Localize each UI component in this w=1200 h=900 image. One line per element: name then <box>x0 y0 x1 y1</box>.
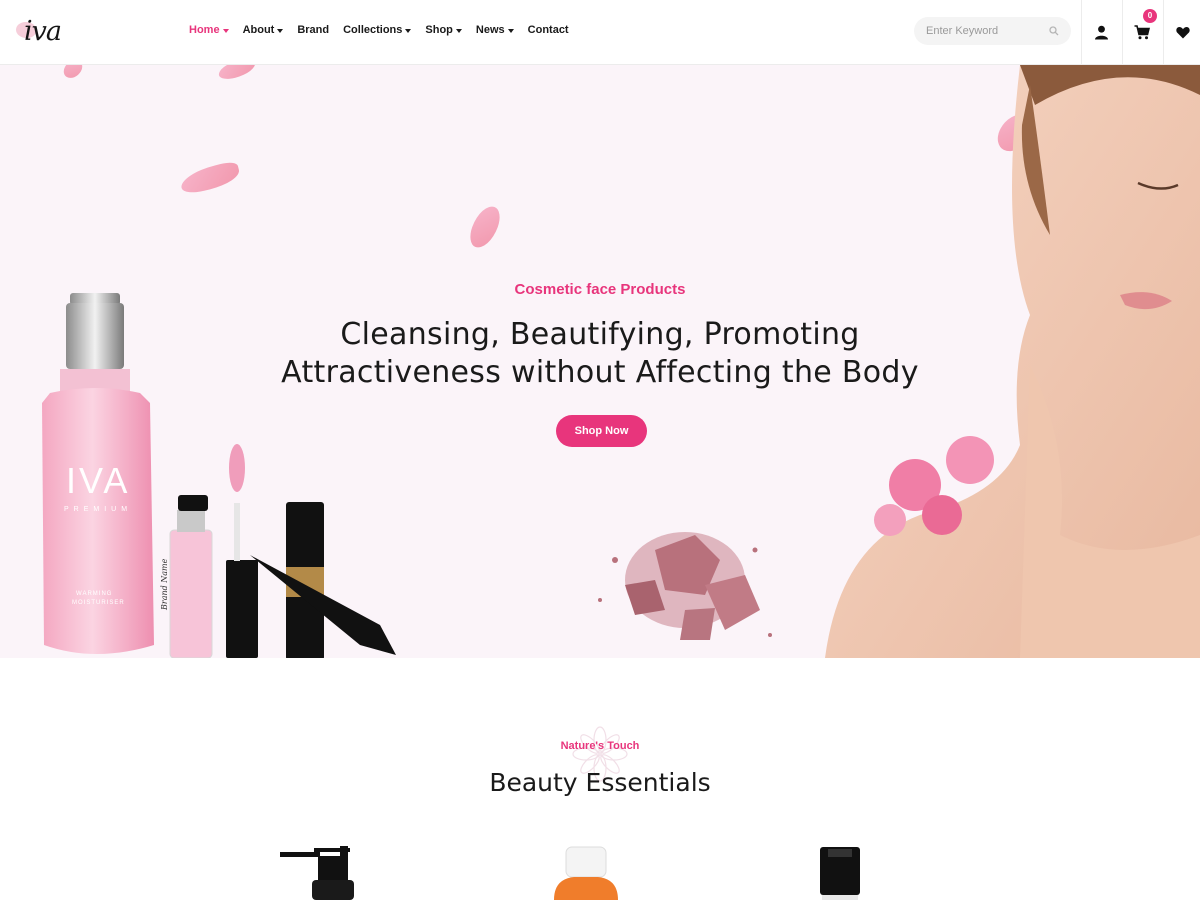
chevron-down-icon <box>222 28 229 33</box>
chevron-down-icon <box>455 28 462 33</box>
nav-item-shop[interactable]: Shop <box>425 24 462 36</box>
nav-label: Home <box>189 24 220 36</box>
header-divider <box>1163 0 1164 64</box>
heart-icon[interactable] <box>1173 22 1193 42</box>
nav-label: Brand <box>297 24 330 36</box>
cart-icon[interactable] <box>1132 22 1152 42</box>
main-nav: Home About Brand Collections Shop News C… <box>189 24 569 36</box>
nav-label: Contact <box>527 24 569 36</box>
hero-title-line: Attractiveness without Affecting the Bod… <box>281 355 919 390</box>
chevron-down-icon <box>507 28 514 33</box>
nav-item-about[interactable]: About <box>243 24 284 36</box>
nav-item-news[interactable]: News <box>476 24 514 36</box>
nav-label: News <box>475 24 505 36</box>
nav-item-contact[interactable]: Contact <box>528 24 569 36</box>
chevron-down-icon <box>277 28 284 33</box>
bottle-caption-1: WARMING <box>76 591 113 597</box>
hero-banner: IVA PREMIUM WARMING MOISTURISER Brand Na… <box>0 65 1200 658</box>
site-header: iva Home About Brand Collections Shop Ne… <box>0 0 1200 65</box>
hero-title: Cleansing, Beautifying, Promoting Attrac… <box>260 316 940 392</box>
gloss-brand-text: Brand Name <box>160 558 169 610</box>
search-icon[interactable] <box>1049 26 1059 36</box>
petal-decoration <box>216 65 258 82</box>
bottle-sub-text: PREMIUM <box>64 506 133 513</box>
section-title: Beauty Essentials <box>489 768 711 797</box>
shop-now-button[interactable]: Shop Now <box>556 415 647 447</box>
product-image[interactable] <box>544 845 628 900</box>
bottle-caption-2: MOISTURISER <box>72 600 125 606</box>
hero-subtitle: Cosmetic face Products <box>514 281 686 298</box>
cart-count-badge: 0 <box>1143 9 1157 23</box>
header-divider <box>1081 0 1082 64</box>
nav-label: Shop <box>425 24 453 36</box>
section-kicker: Nature's Touch <box>560 740 640 752</box>
user-icon[interactable] <box>1091 22 1111 42</box>
bottle-brand-text: IVA <box>66 460 131 501</box>
chevron-down-icon <box>405 28 412 33</box>
nav-label: About <box>242 24 275 36</box>
nav-label: Collections <box>343 24 403 36</box>
search-box <box>914 17 1071 45</box>
petal-decoration <box>61 65 85 82</box>
product-image[interactable] <box>818 845 862 900</box>
nav-item-collections[interactable]: Collections <box>343 24 412 36</box>
logo-text: iva <box>24 16 62 47</box>
header-divider <box>1122 0 1123 64</box>
search-input[interactable] <box>926 23 1044 39</box>
petal-decoration <box>178 160 242 196</box>
product-image[interactable] <box>278 840 358 900</box>
crushed-powder-image <box>598 532 772 640</box>
nav-item-brand[interactable]: Brand <box>297 24 329 36</box>
petal-decoration <box>466 202 504 252</box>
logo[interactable]: iva <box>14 14 66 50</box>
hero-title-line: Cleansing, Beautifying, Promoting <box>340 317 860 352</box>
nav-item-home[interactable]: Home <box>189 24 229 36</box>
